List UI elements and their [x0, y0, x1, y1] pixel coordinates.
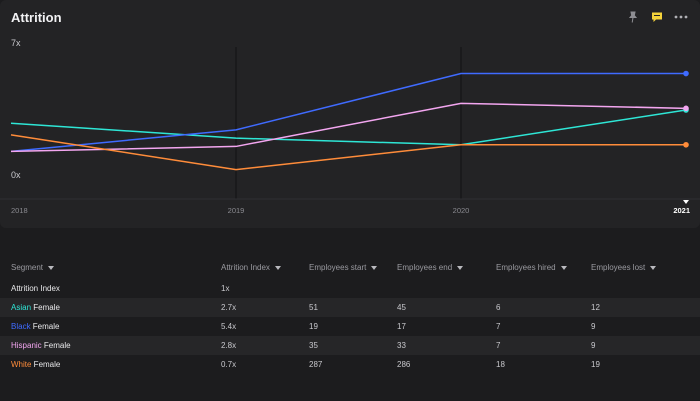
- x-tick-label-2019: 2019: [228, 206, 245, 215]
- cell-attrition-index: 0.7x: [221, 360, 237, 369]
- attrition-card: 7x 0x 2018 2019 2020 2021 Attrition: [0, 0, 700, 228]
- cell-employees-start: 51: [309, 303, 318, 312]
- cell-employees-hired: 7: [496, 322, 501, 331]
- segment-label: Attrition Index: [11, 284, 60, 293]
- x-tick-label-2020: 2020: [453, 206, 470, 215]
- series-point-white-female-2021[interactable]: [683, 141, 689, 148]
- cell-employees-start: 35: [309, 341, 318, 350]
- sort-caret-icon: [48, 265, 55, 270]
- cell-employees-end: 17: [397, 322, 406, 331]
- card-toolbar: [626, 10, 688, 24]
- table-row[interactable]: Attrition Index 1x: [0, 279, 700, 298]
- sort-caret-icon: [560, 265, 567, 270]
- cell-attrition-index: 5.4x: [221, 322, 237, 331]
- segment-cell: White Female: [11, 355, 60, 374]
- sort-caret-icon: [371, 265, 378, 270]
- card-title: Attrition: [11, 10, 62, 25]
- comment-icon[interactable]: [650, 10, 664, 24]
- segment-cell: Hispanic Female: [11, 336, 71, 355]
- pin-icon[interactable]: [626, 10, 640, 24]
- sort-caret-icon: [650, 265, 657, 270]
- column-header-segment[interactable]: Segment: [11, 257, 55, 279]
- table-body: Attrition Index 1x Asian Female 2.7x 51 45 6 12…: [0, 279, 700, 374]
- column-header-employees-end[interactable]: Employees end: [397, 257, 464, 279]
- segment-cell: Attrition Index: [11, 279, 60, 298]
- sort-caret-icon: [274, 265, 281, 270]
- segment-group-label: Black: [11, 322, 31, 331]
- cell-employees-hired: 7: [496, 341, 501, 350]
- cell-employees-lost: 19: [591, 360, 600, 369]
- column-header-employees-start[interactable]: Employees start: [309, 257, 378, 279]
- column-header-label: Employees lost: [591, 263, 646, 272]
- column-header-label: Employees hired: [496, 263, 556, 272]
- column-header-label: Attrition Index: [221, 263, 270, 272]
- segment-group-label: Asian: [11, 303, 32, 312]
- cell-employees-lost: 9: [591, 322, 596, 331]
- cell-employees-lost: 9: [591, 341, 596, 350]
- table-row[interactable]: Black Female 5.4x 19 17 7 9: [0, 317, 700, 336]
- segment-cell: Asian Female: [11, 298, 60, 317]
- segment-label: Female: [31, 360, 61, 369]
- selected-year-marker: [683, 200, 689, 204]
- column-header-employees-hired[interactable]: Employees hired: [496, 257, 567, 279]
- cell-attrition-index: 2.7x: [221, 303, 237, 312]
- series-line-asian-female[interactable]: [10, 109, 687, 146]
- column-header-employees-lost[interactable]: Employees lost: [591, 257, 657, 279]
- segment-group-label: Hispanic: [11, 341, 42, 350]
- cell-attrition-index: 1x: [221, 284, 230, 293]
- segment-label: Female: [30, 322, 60, 331]
- table-row[interactable]: Asian Female 2.7x 51 45 6 12: [0, 298, 700, 317]
- cell-employees-end: 45: [397, 303, 406, 312]
- cell-employees-hired: 6: [496, 303, 501, 312]
- column-header-label: Employees end: [397, 263, 453, 272]
- y-tick-label-bottom: 0x: [11, 170, 21, 180]
- series-line-white-female[interactable]: [10, 134, 686, 171]
- cell-employees-end: 286: [397, 360, 411, 369]
- segment-cell: Black Female: [11, 317, 59, 336]
- attrition-table: Segment Attrition Index Employees start Emp…: [0, 257, 700, 374]
- y-tick-label-top: 7x: [11, 38, 21, 48]
- cell-employees-start: 287: [309, 360, 323, 369]
- segment-label: Female: [41, 341, 71, 350]
- cell-employees-end: 33: [397, 341, 406, 350]
- table-row[interactable]: Hispanic Female 2.8x 35 33 7 9: [0, 336, 700, 355]
- attrition-line-chart: 7x 0x 2018 2019 2020 2021: [0, 38, 700, 215]
- segment-label: Female: [31, 303, 60, 312]
- x-tick-label-2018: 2018: [11, 206, 28, 215]
- series-point-hispanic-female-2021[interactable]: [683, 105, 689, 112]
- column-header-attrition-index[interactable]: Attrition Index: [221, 257, 281, 279]
- series-point-black-female-2021[interactable]: [683, 70, 689, 77]
- table-header-row: Segment Attrition Index Employees start Emp…: [0, 257, 700, 279]
- cell-employees-lost: 12: [591, 303, 600, 312]
- cell-employees-start: 19: [309, 322, 318, 331]
- sort-caret-icon: [457, 265, 464, 270]
- cell-attrition-index: 2.8x: [221, 341, 237, 350]
- segment-group-label: White: [11, 360, 32, 369]
- table-row[interactable]: White Female 0.7x 287 286 18 19: [0, 355, 700, 374]
- column-header-label: Employees start: [309, 263, 367, 272]
- column-header-label: Segment: [11, 263, 44, 272]
- series-line-black-female[interactable]: [10, 72, 686, 153]
- x-tick-label-2021: 2021: [673, 206, 690, 215]
- cell-employees-hired: 18: [496, 360, 505, 369]
- more-icon[interactable]: [674, 10, 688, 24]
